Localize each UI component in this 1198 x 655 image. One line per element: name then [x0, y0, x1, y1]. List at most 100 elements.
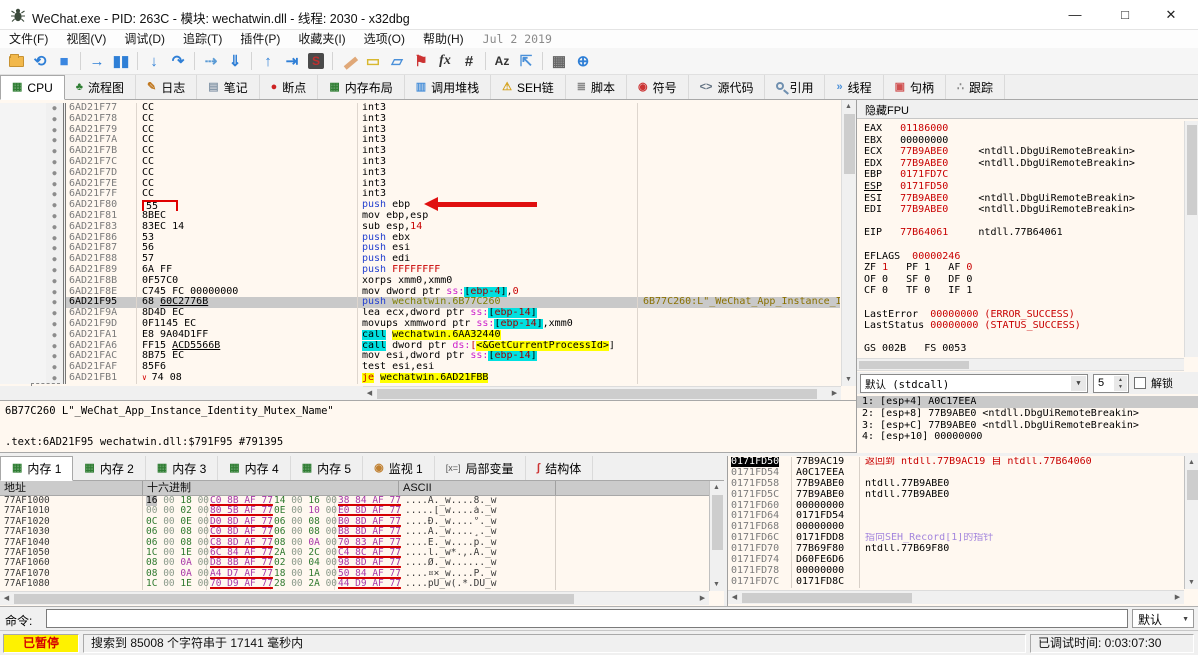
- tab-graph[interactable]: ♣ 流程图: [65, 75, 136, 99]
- disasm-row[interactable]: ● 6AD21FA1 E8 9A04D1FF call wechatwin.6AA32…: [0, 329, 840, 341]
- stack-vertical-scrollbar[interactable]: ▲ ▼: [1184, 456, 1198, 589]
- memory-rows[interactable]: 77AF1000 16 00 18 00 C0 8B AF 77 14 00 16 0…: [0, 496, 709, 590]
- registers-list[interactable]: EAX 01186000 EBX 00000000 ECX 77B9ABE0 <nt…: [857, 121, 1183, 357]
- disasm-row[interactable]: ● 6AD21FB1 ∨ 74 08 je wechatwin.6AD21FBB: [0, 372, 840, 384]
- breakpoint-dot-icon[interactable]: ●: [52, 266, 56, 274]
- disasm-vertical-scrollbar[interactable]: ▲ ▼: [841, 100, 856, 386]
- register-row[interactable]: EFLAGS 00000246: [864, 251, 1183, 263]
- disasm-row[interactable]: ● 6AD21FA6 FF15 ACD5566B call dword ptr ds:…: [0, 340, 840, 352]
- tab-references[interactable]: 引用: [765, 75, 826, 99]
- calling-convention-select[interactable]: 默认 (stdcall) ▼: [860, 373, 1088, 393]
- menu-追踪T[interactable]: 追踪(T): [174, 32, 231, 46]
- breakpoint-dot-icon[interactable]: ●: [52, 331, 56, 339]
- breakpoint-dot-icon[interactable]: ●: [52, 277, 56, 285]
- register-row[interactable]: EIP 77B64061 ntdll.77B64061: [864, 227, 1183, 239]
- breakpoint-dot-icon[interactable]: ●: [52, 298, 56, 306]
- breakpoint-dot-icon[interactable]: ●: [52, 234, 56, 242]
- registers-vertical-scrollbar[interactable]: [1184, 121, 1198, 357]
- unlock-checkbox[interactable]: [1134, 377, 1146, 389]
- register-row[interactable]: [864, 216, 1183, 228]
- stop-icon[interactable]: ■: [52, 50, 76, 72]
- stack-argument-row[interactable]: 1: [esp+4] A0C17EEA: [857, 396, 1198, 408]
- bookmarks-icon[interactable]: ⚑: [409, 50, 433, 72]
- register-row[interactable]: LastError 00000000 (ERROR_SUCCESS): [864, 309, 1183, 321]
- breakpoint-dot-icon[interactable]: ●: [52, 158, 56, 166]
- tab-source[interactable]: <> 源代码: [689, 75, 766, 99]
- register-row[interactable]: OF 0 SF 0 DF 0: [864, 274, 1183, 286]
- memory-vertical-scrollbar[interactable]: ▲ ▼: [709, 481, 724, 591]
- register-row[interactable]: LastStatus 00000000 (STATUS_SUCCESS): [864, 320, 1183, 332]
- registers-horizontal-scrollbar[interactable]: [857, 358, 1184, 371]
- tab-trace[interactable]: ∴ 跟踪: [946, 75, 1006, 99]
- strings-icon[interactable]: Az: [490, 50, 514, 72]
- close-button[interactable]: ✕: [1148, 0, 1194, 30]
- register-row[interactable]: EDI 77B9ABE0 <ntdll.DbgUiRemoteBreakin>: [864, 204, 1183, 216]
- breakpoint-dot-icon[interactable]: ●: [52, 169, 56, 177]
- register-row[interactable]: ESI 77B9ABE0 <ntdll.DbgUiRemoteBreakin>: [864, 193, 1183, 205]
- chevron-down-icon[interactable]: ▼: [1071, 375, 1086, 391]
- menu-视图V[interactable]: 视图(V): [57, 32, 115, 46]
- breakpoint-dot-icon[interactable]: ●: [52, 288, 56, 296]
- stack-argument-row[interactable]: 2: [esp+8] 77B9ABE0 <ntdll.DbgUiRemoteBr…: [857, 408, 1198, 420]
- run-to-user-code-icon[interactable]: ⇥: [280, 50, 304, 72]
- calculator-icon[interactable]: ▦: [547, 50, 571, 72]
- register-row[interactable]: EAX 01186000: [864, 123, 1183, 135]
- argument-count-stepper[interactable]: 5 ▲ ▼: [1093, 373, 1129, 393]
- register-row[interactable]: CF 0 TF 0 IF 1: [864, 285, 1183, 297]
- maximize-button[interactable]: □: [1102, 0, 1148, 30]
- breakpoint-dot-icon[interactable]: ●: [52, 255, 56, 263]
- hide-fpu-button[interactable]: 隐藏FPU: [857, 100, 1198, 119]
- menu-收藏夹I[interactable]: 收藏夹(I): [289, 32, 354, 46]
- minimize-button[interactable]: —: [1052, 0, 1098, 30]
- disasm-row[interactable]: ● 6AD21F7E CC int3: [0, 178, 840, 190]
- register-row[interactable]: ESP 0171FD50: [864, 181, 1183, 193]
- register-row[interactable]: [864, 332, 1183, 344]
- stack-horizontal-scrollbar[interactable]: ◀ ▶: [728, 590, 1184, 604]
- disasm-row[interactable]: ● 6AD21F7D CC int3: [0, 167, 840, 179]
- tab-script[interactable]: ≣ 脚本: [566, 75, 627, 99]
- disasm-row[interactable]: ● 6AD21F79 CC int3: [0, 124, 840, 136]
- command-scope-dropdown[interactable]: 默认 ▼: [1132, 609, 1194, 628]
- tab-seh[interactable]: ⚠ SEH链: [491, 75, 566, 99]
- labels-icon[interactable]: ▱: [385, 50, 409, 72]
- functions-icon[interactable]: fx: [433, 50, 457, 72]
- tab-log[interactable]: ✎ 日志: [136, 75, 198, 99]
- tab-notes[interactable]: ▤ 笔记: [197, 75, 260, 99]
- breakpoint-dot-icon[interactable]: ●: [52, 126, 56, 134]
- spin-down-icon[interactable]: ▼: [1114, 382, 1127, 391]
- stack-arguments-list[interactable]: 1: [esp+4] A0C17EEA 2: [esp+8] 77B9ABE0 <…: [857, 396, 1198, 455]
- comments-icon[interactable]: ▭: [361, 50, 385, 72]
- disasm-row[interactable]: ● 6AD21F9A 8D4D EC lea ecx,dword ptr ss:[eb…: [0, 307, 840, 319]
- trace-over-icon[interactable]: ⇓: [223, 50, 247, 72]
- menu-选项O[interactable]: 选项(O): [355, 32, 414, 46]
- breakpoint-dot-icon[interactable]: ●: [52, 201, 56, 209]
- disasm-row[interactable]: ● 6AD21F78 CC int3: [0, 113, 840, 125]
- hash-icon[interactable]: #: [457, 50, 481, 72]
- disasm-row[interactable]: ● 6AD21F95 68 60C2776B push wechatwin.6B77C…: [0, 297, 840, 309]
- stack-row[interactable]: 0171FD5C 77B9ABE0 ntdll.77B9ABE0: [728, 489, 1184, 501]
- disasm-horizontal-scrollbar[interactable]: ◀ ▶: [363, 386, 841, 400]
- tab-struct[interactable]: ʃ 结构体: [526, 456, 594, 480]
- disasm-row[interactable]: ● 6AD21F86 53 push ebx: [0, 232, 840, 244]
- tab-cpu[interactable]: ▦ CPU: [0, 75, 65, 100]
- breakpoint-dot-icon[interactable]: ●: [52, 115, 56, 123]
- tab-dump-5[interactable]: ▦ 内存 5: [291, 456, 364, 480]
- stack-rows[interactable]: 0171FD50 77B9AC19 返回到 ntdll.77B9AC19 自 ntd…: [728, 457, 1184, 588]
- trace-into-icon[interactable]: ⇢: [199, 50, 223, 72]
- disasm-row[interactable]: ● 6AD21F9D 0F1145 EC movups xmmword ptr ss:…: [0, 318, 840, 330]
- stack-row[interactable]: 0171FD7C 0171FD8C: [728, 576, 1184, 588]
- tab-threads[interactable]: » 线程: [825, 75, 884, 99]
- disassembly-pane[interactable]: ● 6AD21F77 CC int3 ● 6AD21F78 CC int3 ● 6AD21F79 C…: [0, 100, 856, 400]
- breakpoint-dot-icon[interactable]: ●: [52, 180, 56, 188]
- disasm-row[interactable]: ● 6AD21F80 55 push ebp: [0, 199, 840, 211]
- disasm-row[interactable]: ● 6AD21F7B CC int3: [0, 145, 840, 157]
- open-file-icon[interactable]: [4, 50, 28, 72]
- tab-symbols[interactable]: ◉ 符号: [627, 75, 689, 99]
- disasm-row[interactable]: ● 6AD21F88 57 push edi: [0, 253, 840, 265]
- disasm-row[interactable]: ● 6AD21F8B 0F57C0 xorps xmm0,xmm0: [0, 275, 840, 287]
- breakpoint-dot-icon[interactable]: ●: [52, 136, 56, 144]
- breakpoint-dot-icon[interactable]: ●: [52, 309, 56, 317]
- breakpoint-dot-icon[interactable]: ●: [52, 223, 56, 231]
- disasm-row[interactable]: ● 6AD21FAF 85F6 test esi,esi: [0, 361, 840, 373]
- tab-dump-2[interactable]: ▦ 内存 2: [73, 456, 146, 480]
